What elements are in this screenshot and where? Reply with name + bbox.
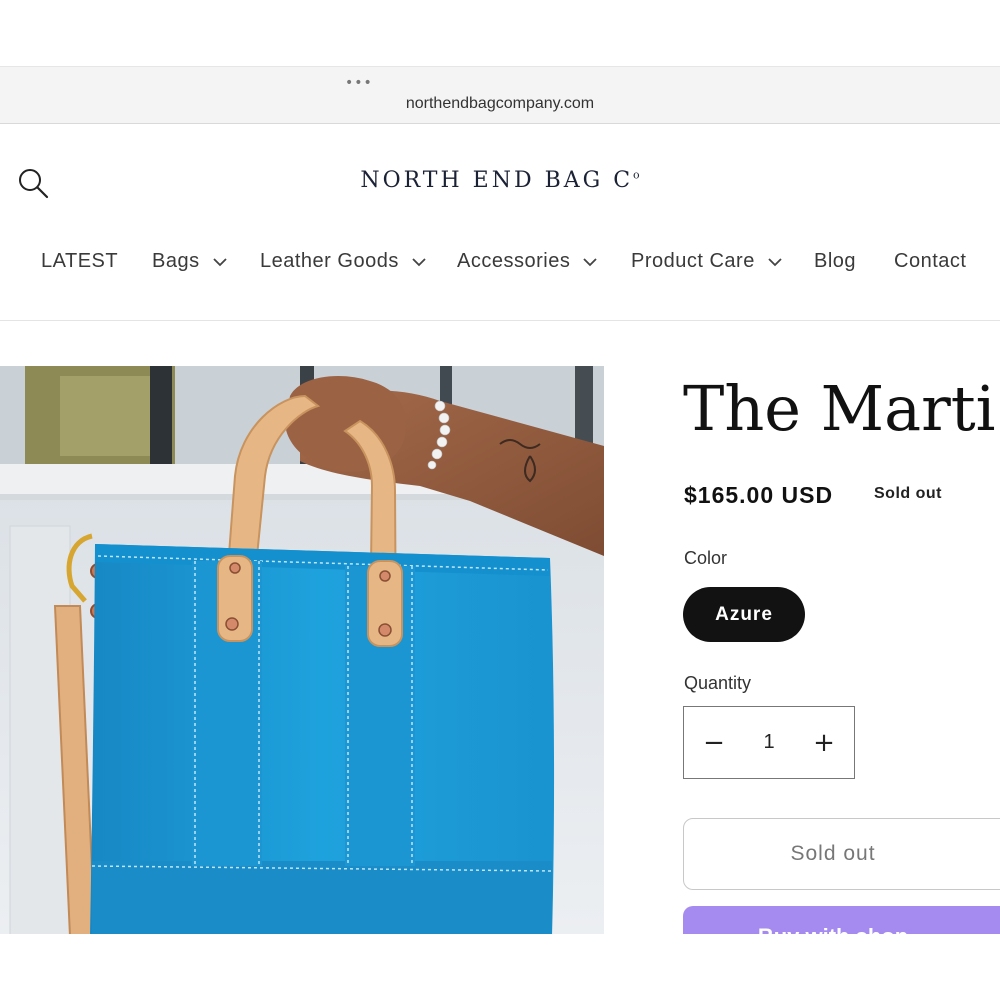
- tote-bag-photo: [0, 366, 604, 936]
- decrement-button[interactable]: −: [702, 728, 726, 758]
- nav-item-blog[interactable]: Blog: [814, 250, 856, 273]
- logo-suffix: o: [633, 168, 640, 182]
- increment-button[interactable]: +: [812, 728, 836, 758]
- quantity-label: Quantity: [684, 673, 752, 693]
- site-logo[interactable]: NORTH END BAG Co: [0, 168, 1000, 193]
- nav-item-label: Product Care: [631, 250, 755, 272]
- nav-item-product-care[interactable]: Product Care: [631, 250, 783, 273]
- chevron-down-icon: [212, 257, 227, 266]
- header-divider: [0, 320, 1000, 321]
- browser-menu-dots[interactable]: •••: [345, 75, 373, 91]
- nav-item-label: Contact: [894, 250, 967, 272]
- chevron-down-icon: [768, 257, 782, 266]
- main-navigation: LATEST Bags Leather Goods Accessories Pr…: [0, 250, 1000, 280]
- product-price: $165.00 USD: [684, 482, 834, 508]
- chevron-down-icon: [412, 257, 426, 266]
- nav-item-contact[interactable]: Contact: [894, 250, 966, 273]
- page-bottom-margin: [0, 934, 1000, 1000]
- nav-item-accessories[interactable]: Accessories: [457, 250, 598, 273]
- browser-url[interactable]: northendbagcompany.com: [0, 95, 1000, 113]
- nav-item-latest[interactable]: LATEST: [41, 250, 118, 273]
- chevron-down-icon: [583, 257, 597, 266]
- nav-item-label: Blog: [814, 250, 857, 272]
- sold-out-button[interactable]: Sold out: [683, 818, 1000, 890]
- product-image[interactable]: [0, 366, 604, 936]
- nav-item-bags[interactable]: Bags: [152, 250, 228, 273]
- quantity-input[interactable]: 1: [749, 731, 789, 754]
- nav-item-label: Leather Goods: [260, 250, 399, 272]
- color-label: Color: [684, 548, 728, 568]
- nav-item-label: Bags: [152, 250, 200, 272]
- nav-item-label: Accessories: [457, 250, 571, 272]
- color-option-azure[interactable]: Azure: [683, 587, 805, 642]
- status-badge: Sold out: [874, 485, 942, 502]
- quantity-stepper: − 1 +: [683, 706, 855, 779]
- browser-address-bar: ••• northendbagcompany.com: [0, 66, 1000, 124]
- product-title: The Marti: [683, 372, 996, 445]
- nav-item-label: LATEST: [41, 250, 119, 272]
- nav-item-leather-goods[interactable]: Leather Goods: [260, 250, 427, 273]
- logo-text: NORTH END BAG C: [360, 168, 634, 193]
